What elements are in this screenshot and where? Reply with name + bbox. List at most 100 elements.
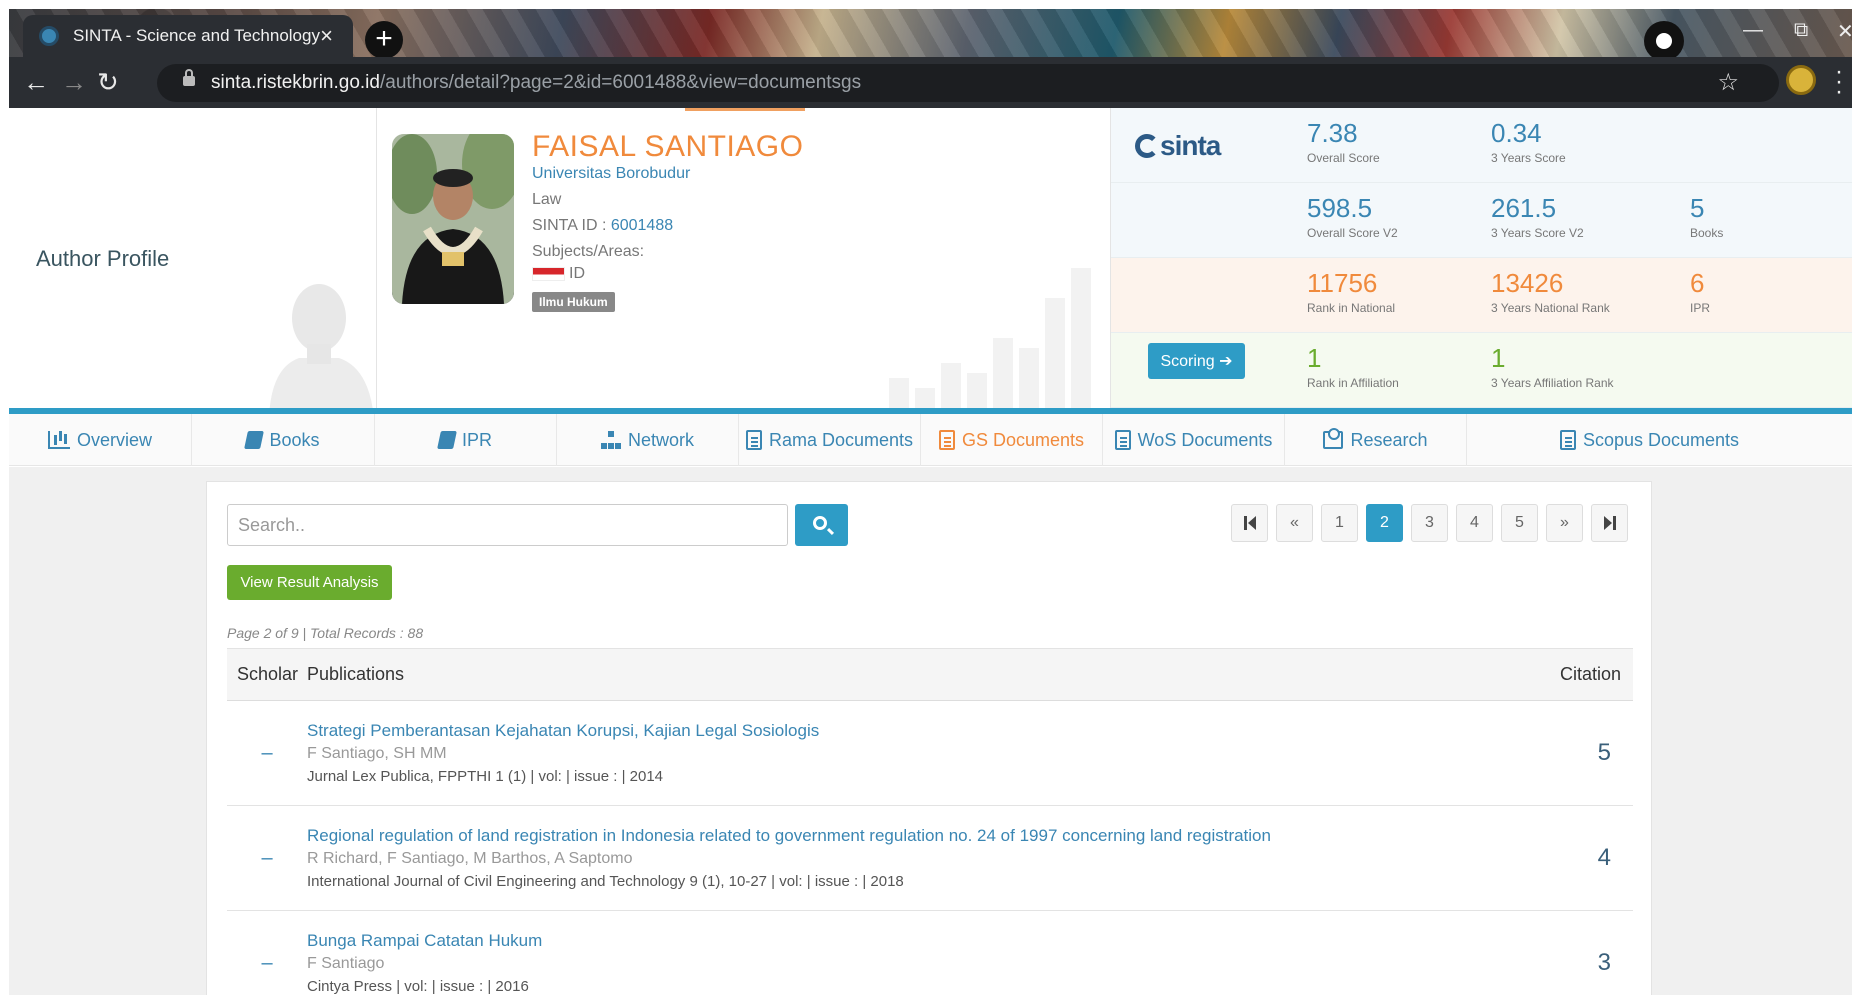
page-button[interactable]: 3 [1411, 504, 1448, 542]
publication-authors: F Santiago, SH MM [307, 745, 447, 762]
sinta-id-value[interactable]: 6001488 [611, 217, 673, 234]
url-text: sinta.ristekbrin.go.id/authors/detail?pa… [211, 72, 862, 93]
author-profile-panel: Author Profile [9, 108, 377, 408]
browser-window: SINTA - Science and Technology × + — ⧉ ✕… [9, 9, 1852, 108]
tab-network[interactable]: Network [557, 414, 739, 466]
three-years-score: 0.34 3 Years Score [1491, 118, 1566, 165]
rank-national: 11756 Rank in National [1307, 268, 1396, 315]
ipr-count: 6 IPR [1690, 268, 1711, 315]
search-button[interactable] [795, 504, 848, 546]
last-page-button[interactable] [1591, 504, 1628, 542]
sitemap-icon [601, 431, 621, 449]
reload-icon[interactable]: ↻ [97, 67, 119, 97]
pagination: « 1 2 3 4 5 » [1231, 504, 1628, 542]
tab-ipr[interactable]: IPR [375, 414, 557, 466]
three-years-score-v2: 261.5 3 Years Score V2 [1491, 193, 1584, 240]
page-button[interactable]: 1 [1321, 504, 1358, 542]
author-header: Author Profile FAISAL SANTIAGO Universit… [9, 108, 1852, 408]
publication-authors: R Richard, F Santiago, M Barthos, A Sapt… [307, 850, 633, 867]
document-icon [1114, 430, 1131, 450]
scholar-cell: – [227, 700, 307, 806]
next-page-button[interactable]: » [1546, 504, 1583, 542]
extension-icon[interactable] [1786, 65, 1816, 95]
table-row: – Strategi Pemberantasan Kejahatan Korup… [227, 700, 1633, 806]
publication-cell: Regional regulation of land registration… [307, 805, 1513, 911]
affiliation-link[interactable]: Universitas Borobudur [532, 165, 803, 183]
new-tab-button[interactable]: + [365, 21, 403, 59]
tab-title: SINTA - Science and Technology [73, 26, 320, 45]
research-icon [1323, 428, 1344, 449]
view-result-analysis-button[interactable]: View Result Analysis [227, 565, 392, 600]
publication-cell: Strategi Pemberantasan Kejahatan Korupsi… [307, 700, 1513, 806]
citation-count: 5 [1513, 700, 1633, 806]
indonesia-flag-icon [532, 266, 565, 281]
tab-overview[interactable]: Overview [9, 414, 192, 466]
address-bar[interactable]: sinta.ristekbrin.go.id/authors/detail?pa… [157, 64, 1779, 102]
publication-title-link[interactable]: Regional regulation of land registration… [307, 826, 1513, 846]
page-button[interactable]: 4 [1456, 504, 1493, 542]
scholar-cell: – [227, 805, 307, 911]
back-arrow-icon[interactable]: ← [23, 67, 49, 97]
page-button-current[interactable]: 2 [1366, 504, 1403, 542]
author-field: Law [532, 191, 562, 208]
browser-tab[interactable]: SINTA - Science and Technology × [23, 15, 353, 57]
sinta-favicon-icon [39, 26, 59, 46]
book-icon [437, 431, 457, 449]
tab-gs-documents[interactable]: GS Documents [921, 414, 1103, 466]
browser-toolbar: ← → ↻ sinta.ristekbrin.go.id/authors/det… [9, 57, 1852, 108]
tab-research[interactable]: Research [1285, 414, 1467, 466]
publication-venue: International Journal of Civil Engineeri… [307, 873, 904, 890]
rank-affiliation: 1 Rank in Affiliation [1307, 343, 1399, 390]
first-page-button[interactable] [1231, 504, 1268, 542]
sinta-logo: sinta [1135, 130, 1221, 162]
publication-title-link[interactable]: Strategi Pemberantasan Kejahatan Korupsi… [307, 721, 1513, 741]
tab-wos-documents[interactable]: WoS Documents [1103, 414, 1285, 466]
tab-scopus-documents[interactable]: Scopus Documents [1467, 414, 1832, 466]
column-header-scholar: Scholar [227, 648, 307, 701]
tab-books[interactable]: Books [192, 414, 375, 466]
table-row: – Regional regulation of land registrati… [227, 805, 1633, 911]
column-header-publications: Publications [307, 648, 1513, 701]
documents-card: View Result Analysis « 1 2 3 4 5 » Page … [206, 481, 1652, 995]
page-button[interactable]: 5 [1501, 504, 1538, 542]
publication-cell: Bunga Rampai Catatan Hukum F Santiago Ci… [307, 910, 1513, 995]
sinta-id-line: SINTA ID : 6001488 [532, 217, 674, 234]
search-input[interactable] [227, 504, 788, 546]
close-window-icon[interactable]: ✕ [1837, 19, 1852, 44]
country-line: ID [532, 265, 803, 283]
lock-icon [183, 69, 195, 86]
publication-authors: F Santiago [307, 955, 385, 972]
document-tabs: Overview Books IPR Network Rama Document… [9, 414, 1852, 466]
search-icon [813, 516, 827, 530]
author-photo [392, 134, 514, 304]
person-silhouette-icon [269, 284, 373, 408]
prev-page-button[interactable]: « [1276, 504, 1313, 542]
document-icon [938, 430, 955, 450]
citation-count: 3 [1513, 910, 1633, 995]
tab-close-icon[interactable]: × [320, 23, 333, 49]
publication-venue: Jurnal Lex Publica, FPPTHI 1 (1) | vol: … [307, 768, 664, 785]
bookmark-star-icon[interactable]: ☆ [1717, 68, 1739, 97]
overall-score-v2: 598.5 Overall Score V2 [1307, 193, 1398, 240]
minimize-icon[interactable]: — [1743, 19, 1763, 42]
media-control-icon[interactable] [1644, 21, 1684, 61]
table-header-row: Scholar Publications Citation [227, 648, 1633, 701]
tab-rama-documents[interactable]: Rama Documents [739, 414, 921, 466]
subject-badge[interactable]: Ilmu Hukum [532, 292, 615, 312]
last-page-icon [1603, 516, 1612, 530]
restore-icon[interactable]: ⧉ [1794, 19, 1808, 42]
column-header-citation: Citation [1513, 648, 1633, 701]
publications-table: Scholar Publications Citation – Strategi… [227, 648, 1633, 995]
background-bars-decoration [889, 268, 1091, 408]
book-icon [244, 431, 265, 449]
forward-arrow-icon[interactable]: → [61, 67, 87, 97]
chart-icon [47, 431, 70, 449]
scholar-cell: – [227, 910, 307, 995]
three-years-affiliation-rank: 13 Years Affiliation Rank [1491, 343, 1614, 390]
score-v2-row: 598.5 Overall Score V2 261.5 3 Years Score… [1111, 183, 1852, 258]
document-icon [745, 430, 762, 450]
scoring-button[interactable]: Scoring ➔ [1148, 343, 1245, 379]
publication-title-link[interactable]: Bunga Rampai Catatan Hukum [307, 931, 1513, 951]
browser-menu-icon[interactable]: · · · [1835, 60, 1843, 104]
subjects-label: Subjects/Areas: [532, 243, 645, 260]
